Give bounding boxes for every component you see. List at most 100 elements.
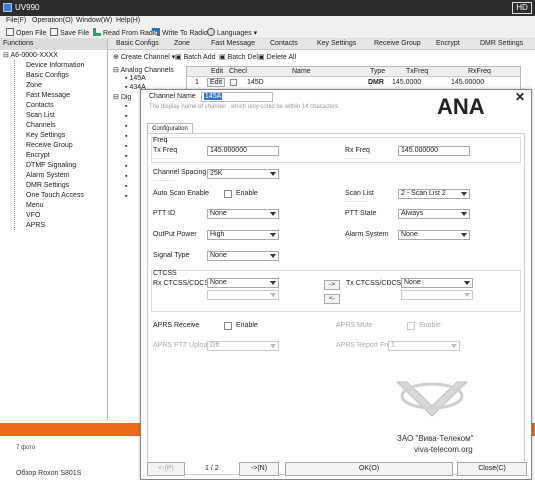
output-power-value: High [210, 231, 225, 238]
sidebar-item-vfo[interactable]: VFO [26, 211, 40, 221]
chevron-down-icon [270, 233, 276, 237]
write-to-radio-button[interactable]: Write To Radio [152, 28, 208, 38]
batch-del-button[interactable]: ▣ Batch Del [219, 53, 258, 61]
sidebar-item-contacts[interactable]: Contacts [26, 101, 54, 111]
channel-spacing-select[interactable]: 25K [207, 169, 279, 179]
digital-channel-node[interactable]: ▪ [125, 173, 127, 180]
aprs-report-freq-select[interactable]: 1 [388, 341, 460, 351]
copy-right-button[interactable]: -> [324, 280, 340, 290]
digital-channels-node[interactable]: ⊟ Dig [113, 93, 131, 101]
ptt-id-select[interactable]: None [207, 209, 279, 219]
menu-file[interactable]: File(F) [6, 17, 26, 24]
menu-help[interactable]: Help(H) [116, 17, 140, 24]
chevron-down-icon [461, 192, 467, 196]
digital-channel-node[interactable]: ▪ [125, 153, 127, 160]
aprs-ptt-upload-select[interactable]: Off [207, 341, 279, 351]
ptt-state-label: PTT State [345, 210, 377, 217]
digital-channel-node[interactable]: ▪ [125, 123, 127, 130]
review-link[interactable]: Обзор Roxon S801S [16, 470, 81, 477]
rx-freq-input[interactable]: 145.000000 [398, 146, 470, 156]
functions-sidebar: ⊟ A6-0000-XXXX Device Information Basic … [0, 50, 108, 420]
digital-channel-node[interactable]: ▪ [125, 193, 127, 200]
row-txfreq: 145.0000 [392, 79, 422, 86]
tx-ctcss-select[interactable]: None [401, 278, 473, 288]
next-page-button[interactable]: ->(N) [239, 462, 279, 476]
prev-page-button[interactable]: <-(P) [147, 462, 185, 476]
open-file-button[interactable]: Open File [6, 28, 46, 38]
scan-list-select[interactable]: 2 - Scan List 2 [398, 189, 470, 199]
channel-spacing-label: Channel Spacing [153, 169, 207, 176]
aprs-mute-checkbox[interactable] [407, 322, 415, 330]
channel-grid: Edit Checl Name Type TxFreq RxFreq 1 Edi… [186, 66, 521, 90]
channel-name-input[interactable]: 145A [201, 92, 273, 102]
tab-zone[interactable]: Zone [174, 40, 190, 47]
digital-channel-node[interactable]: ▪ [125, 183, 127, 190]
ptt-state-select[interactable]: Always [398, 209, 470, 219]
tab-encrypt[interactable]: Encrypt [436, 40, 460, 47]
delete-all-label: Delete All [266, 54, 297, 61]
alarm-system-select[interactable]: None [398, 230, 470, 240]
tab-contacts[interactable]: Contacts [270, 40, 298, 47]
tab-key-settings[interactable]: Key Settings [317, 40, 356, 47]
read-icon [93, 28, 101, 36]
globe-icon [207, 28, 215, 36]
sidebar-item-one-touch-access[interactable]: One Touch Access [26, 191, 84, 201]
title-bar: UV990 HD [0, 0, 535, 16]
sidebar-item-alarm-system[interactable]: Alarm System [26, 171, 70, 181]
auto-scan-checkbox[interactable] [224, 190, 232, 198]
tab-receive-group[interactable]: Receive Group [374, 40, 421, 47]
sidebar-item-basic-configs[interactable]: Basic Configs [26, 71, 69, 81]
digital-channel-node[interactable]: ▪ [125, 133, 127, 140]
aprs-report-freq-value: 1 [391, 342, 395, 349]
sidebar-root[interactable]: ⊟ A6-0000-XXXX [3, 51, 58, 59]
copy-left-button[interactable]: <- [324, 294, 340, 304]
close-button[interactable]: Close(C) [457, 462, 527, 476]
tab-dmr-settings[interactable]: DMR Settings [480, 40, 523, 47]
digital-channel-node[interactable]: ▪ [125, 163, 127, 170]
open-file-label: Open File [16, 30, 47, 37]
ok-button[interactable]: OK(O) [285, 462, 453, 476]
batch-add-button[interactable]: ▣ Batch Add [175, 53, 215, 61]
tab-basic-configs[interactable]: Basic Configs [116, 40, 159, 47]
sidebar-item-device-information[interactable]: Device Information [26, 61, 84, 71]
menu-operation[interactable]: Operation(O) [32, 17, 73, 24]
sidebar-item-fast-message[interactable]: Fast Message [26, 91, 70, 101]
create-channel-button[interactable]: ⊕ Create Channel ▾ [113, 53, 175, 61]
sidebar-item-scan-list[interactable]: Scan List [26, 111, 55, 121]
grid-col-name: Name [292, 68, 311, 75]
close-icon[interactable]: ✕ [515, 90, 525, 104]
digital-channel-node[interactable]: ▪ [125, 143, 127, 150]
tx-ctcss-sub-select[interactable] [401, 290, 473, 300]
row-checkbox[interactable] [230, 79, 237, 86]
digital-channel-node[interactable]: ▪ [125, 103, 127, 110]
digital-channel-node[interactable]: ▪ [125, 113, 127, 120]
delete-all-button[interactable]: ▣ Delete All [258, 53, 296, 61]
sidebar-item-encrypt[interactable]: Encrypt [26, 151, 50, 161]
ctcss-group-label: CTCSS [153, 270, 177, 277]
channel-145a-node[interactable]: ▪ 145A [125, 75, 146, 82]
rx-ctcss-sub-select[interactable] [207, 290, 279, 300]
row-edit-button[interactable]: Edit [207, 78, 226, 87]
sidebar-item-zone[interactable]: Zone [26, 81, 42, 91]
tab-fast-message[interactable]: Fast Message [211, 40, 255, 47]
signal-type-select[interactable]: None [207, 251, 279, 261]
tx-freq-hint: ──────── [153, 156, 176, 161]
sidebar-item-dtmf-signaling[interactable]: DTMF Signaling [26, 161, 76, 171]
read-from-radio-button[interactable]: Read From Radio [93, 28, 158, 38]
sidebar-item-aprs[interactable]: APRS [26, 221, 45, 231]
sidebar-item-receive-group[interactable]: Receive Group [26, 141, 73, 151]
aprs-receive-checkbox[interactable] [224, 322, 232, 330]
tx-freq-input[interactable]: 145.000000 [207, 146, 279, 156]
sidebar-item-channels[interactable]: Channels [26, 121, 56, 131]
sidebar-item-menu[interactable]: Menu [26, 201, 44, 211]
ana-label: ANA [437, 94, 485, 119]
output-power-select[interactable]: High [207, 230, 279, 240]
languages-button[interactable]: Languages ▾ [207, 28, 257, 38]
menu-window[interactable]: Window(W) [76, 17, 112, 24]
rx-ctcss-select[interactable]: None [207, 278, 279, 288]
sidebar-item-dmr-settings[interactable]: DMR Settings [26, 181, 69, 191]
sidebar-item-key-settings[interactable]: Key Settings [26, 131, 65, 141]
analog-channels-node[interactable]: ⊟ Analog Channels [113, 66, 174, 74]
row-type: DMR [368, 79, 384, 86]
save-file-button[interactable]: Save File [50, 28, 89, 38]
